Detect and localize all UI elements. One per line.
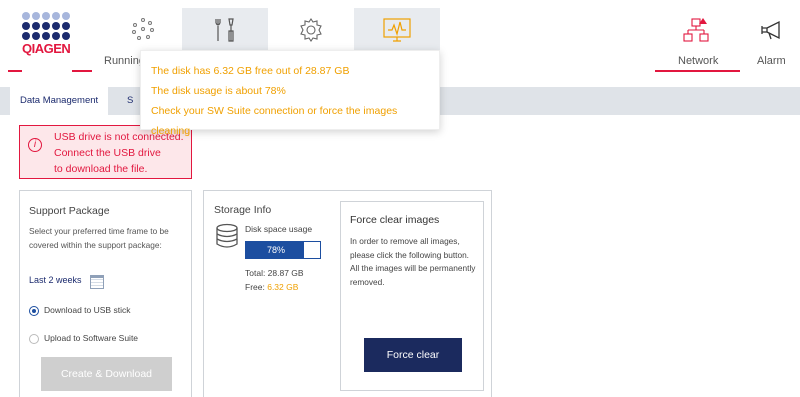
disk-usage-percent: 78% — [266, 245, 285, 255]
tooltip-line-1: The disk has 6.32 GB free out of 28.87 G… — [151, 65, 350, 77]
logo-dots — [22, 12, 72, 40]
disk-free: Free: 6.32 GB — [245, 282, 298, 292]
radio-download-usb[interactable]: Download to USB stick — [29, 305, 130, 316]
force-clear-button[interactable]: Force clear — [364, 338, 462, 372]
tooltip-line-3: Check your SW Suite connection or force … — [151, 105, 398, 137]
calendar-icon[interactable] — [90, 275, 104, 289]
tab-data-management[interactable]: Data Management — [10, 87, 109, 115]
brand-line-mid — [72, 70, 92, 72]
radio-unchecked-icon[interactable] — [29, 333, 39, 344]
info-icon: i — [28, 138, 42, 152]
force-clear-title: Force clear images — [350, 214, 440, 226]
disk-usage-bar: 78% — [245, 241, 321, 259]
alert-line-2: Connect the USB drive — [54, 147, 161, 159]
network-icon — [683, 18, 709, 42]
gear-icon — [300, 18, 322, 42]
storage-info-panel: Storage Info Disk space usage 78% Total:… — [203, 190, 492, 397]
tools-icon — [215, 18, 234, 42]
radio-checked-icon[interactable] — [29, 305, 39, 316]
alert-line-3: to download the file. — [54, 163, 148, 175]
period-select[interactable]: Last 2 weeks — [29, 275, 82, 285]
radio-usb-label: Download to USB stick — [44, 305, 131, 315]
support-title: Support Package — [29, 205, 110, 217]
nav-alarm-label: Alarm — [757, 55, 786, 67]
database-icon — [216, 223, 238, 248]
disk-usage-label: Disk space usage — [245, 224, 313, 234]
alarm-icon — [760, 20, 780, 40]
radio-suite-label: Upload to Software Suite — [44, 333, 139, 343]
network-underline — [655, 70, 740, 72]
qiagen-logo: QIAGEN — [22, 12, 72, 70]
force-clear-box: Force clear images In order to remove al… — [340, 201, 484, 391]
logo-text: QIAGEN — [22, 41, 71, 56]
disk-free-value: 6.32 GB — [267, 282, 299, 292]
disk-total: Total: 28.87 GB — [245, 268, 304, 278]
support-package-panel: Support Package Select your preferred ti… — [19, 190, 192, 397]
storage-title: Storage Info — [214, 204, 272, 216]
force-clear-description: In order to remove all images, please cl… — [350, 236, 476, 287]
disk-free-label: Free: — [245, 282, 265, 292]
radio-upload-suite[interactable]: Upload to Software Suite — [29, 333, 138, 344]
nav-running-label: Running — [104, 55, 145, 67]
tab-second[interactable]: S — [127, 87, 133, 115]
nav-network-label: Network — [678, 55, 719, 67]
monitor-icon — [383, 18, 411, 42]
disk-tooltip: The disk has 6.32 GB free out of 28.87 G… — [140, 50, 440, 137]
brand-line-left — [8, 70, 22, 72]
create-download-button[interactable]: Create & Download — [41, 357, 172, 391]
tooltip-line-2: The disk usage is about 78% — [151, 85, 286, 97]
support-description: Select your preferred time frame to be c… — [29, 226, 169, 250]
running-icon — [132, 18, 154, 40]
